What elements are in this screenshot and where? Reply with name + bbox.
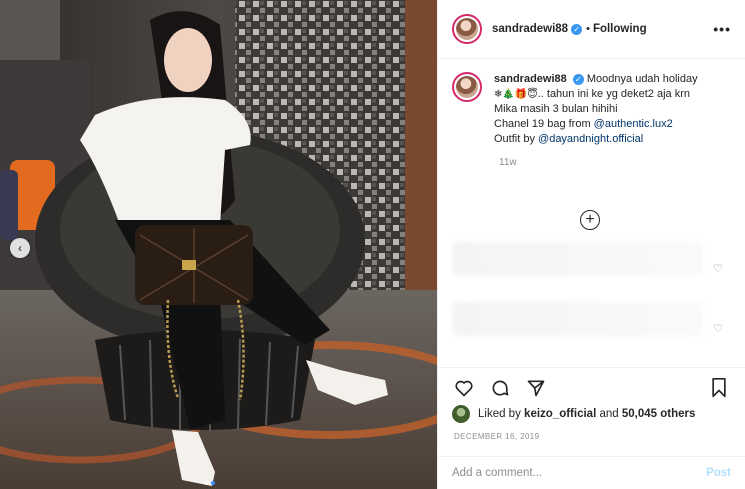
caption-row: sandradewi88 ✓ Moodnya udah holiday ❄🎄🎁😇… [452, 72, 731, 147]
share-icon[interactable] [524, 376, 548, 400]
post-comment-button[interactable]: Post [706, 467, 731, 479]
verified-badge-icon: ✓ [571, 23, 583, 35]
caption-line1: Moodnya udah holiday [586, 73, 698, 85]
likes-prefix: Liked by [478, 408, 521, 420]
post-header: sandradewi88 ✓ • Following ••• [438, 0, 745, 59]
plus-circle-icon[interactable]: + [580, 210, 600, 230]
caption-emojis: ❄🎄🎁😇 [494, 89, 538, 100]
caption-timestamp[interactable]: 11w [499, 157, 731, 168]
comment-input[interactable] [452, 467, 707, 479]
separator-dot: • [586, 23, 590, 35]
caption-text: sandradewi88 ✓ Moodnya udah holiday ❄🎄🎁😇… [494, 72, 709, 147]
avatar[interactable] [452, 14, 482, 44]
header-username[interactable]: sandradewi88 [492, 23, 568, 35]
comments-section: sandradewi88 ✓ Moodnya udah holiday ❄🎄🎁😇… [438, 60, 745, 367]
avatar[interactable] [452, 405, 470, 423]
likes-count-link[interactable]: 50,045 others [622, 408, 696, 420]
photo-image [0, 0, 437, 489]
carousel-dot [204, 481, 208, 485]
liked-by-user-link[interactable]: keizo_official [524, 408, 596, 420]
heart-icon[interactable] [452, 376, 476, 400]
comment-like-heart-icon[interactable]: ♡ [713, 322, 723, 335]
carousel-indicator [204, 481, 215, 485]
caption-line2-prefix: Chanel 19 bag from [494, 118, 594, 130]
bookmark-icon[interactable] [707, 376, 731, 400]
carousel-dot-active [211, 481, 215, 485]
mention-link[interactable]: @dayandnight.official [538, 133, 643, 145]
post-photo[interactable]: ‹ [0, 0, 437, 489]
mention-link[interactable]: @authentic.lux2 [594, 118, 673, 130]
likes-middle: and [599, 408, 619, 420]
post-date[interactable]: DECEMBER 16, 2019 [454, 432, 540, 441]
comment-icon[interactable] [488, 376, 512, 400]
following-button[interactable]: Following [593, 23, 647, 35]
comment-like-heart-icon[interactable]: ♡ [713, 262, 723, 275]
caption-line3-prefix: Outfit by [494, 133, 539, 145]
more-options-icon[interactable]: ••• [713, 21, 731, 37]
avatar[interactable] [452, 72, 482, 102]
caption-username[interactable]: sandradewi88 [494, 73, 567, 85]
post-side-panel: sandradewi88 ✓ • Following ••• sandradew… [437, 0, 745, 489]
previous-photo-button[interactable]: ‹ [10, 238, 30, 258]
verified-badge-icon: ✓ [572, 74, 584, 85]
add-comment-bar: Post [438, 456, 745, 489]
blurred-comment [453, 242, 703, 276]
blurred-comment [453, 302, 703, 336]
action-bar [438, 367, 745, 407]
likes-summary: Liked by keizo_official and 50,045 other… [452, 405, 695, 423]
